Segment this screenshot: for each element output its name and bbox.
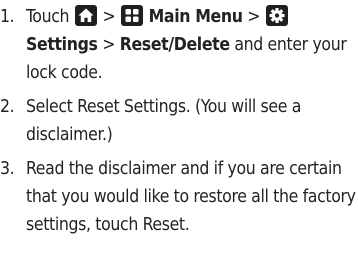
home-icon	[74, 5, 97, 26]
step-text: Read the disclaimer and if you are certa…	[26, 159, 356, 235]
reset-delete-label: Reset/Delete	[119, 35, 230, 55]
step-1: 1. Touch > Main Menu > Settings > Reset/…	[0, 3, 358, 87]
step-text: Select Reset Settings. (You will see a d…	[26, 97, 302, 145]
separator: >	[102, 35, 116, 55]
step-2: 2. Select Reset Settings. (You will see …	[0, 93, 358, 149]
main-menu-label: Main Menu	[148, 7, 243, 27]
separator: >	[247, 7, 261, 27]
step-3: 3. Read the disclaimer and if you are ce…	[0, 155, 358, 239]
grid-menu-icon	[120, 5, 143, 26]
step-number: 1.	[0, 7, 15, 27]
gear-icon	[265, 5, 288, 26]
settings-label: Settings	[26, 35, 98, 55]
step-text: Touch > Main Menu > Settings > Reset/Del…	[26, 3, 358, 87]
separator: >	[102, 7, 116, 27]
step-number: 2.	[0, 97, 15, 117]
step-number: 3.	[0, 159, 15, 179]
touch-word: Touch	[26, 7, 70, 27]
